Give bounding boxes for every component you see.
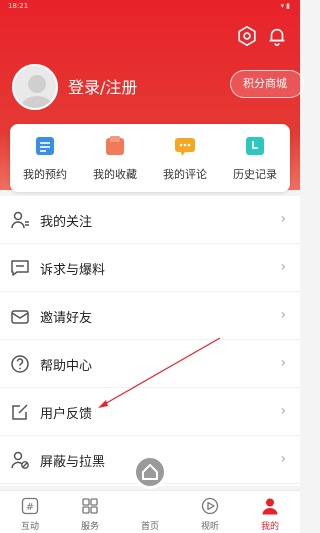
tab-label: 首页 <box>140 522 159 532</box>
tab-label: 我的 <box>260 522 279 532</box>
login-register-link[interactable]: 登录/注册 <box>68 74 137 98</box>
quick-action-label: 我的收藏 <box>93 168 137 181</box>
feedback-icon <box>12 404 28 420</box>
bottom-tab-bar: # 互动 服务 首页 视听 我的 <box>0 490 300 533</box>
menu-item-report[interactable]: 诉求与爆料 › <box>0 244 300 292</box>
menu-item-label: 邀请好友 <box>40 311 93 326</box>
quick-action-history[interactable]: 历史记录 <box>220 134 290 189</box>
calendar-icon <box>36 137 54 155</box>
block-icon <box>11 451 29 469</box>
tab-media[interactable]: 视听 <box>180 491 240 533</box>
tab-label: 视听 <box>200 522 219 532</box>
settings-menu: 我的关注 › 诉求与爆料 › 邀请好友 › 帮助中心 › 用户反馈 › 屏蔽与拉… <box>0 196 300 486</box>
menu-item-label: 我的关注 <box>40 215 93 230</box>
chevron-right-icon: › <box>280 403 286 419</box>
svg-text:#: # <box>26 502 34 513</box>
menu-item-label: 诉求与爆料 <box>40 263 106 278</box>
invite-icon <box>11 310 29 324</box>
chevron-right-icon: › <box>280 259 286 275</box>
home-icon <box>142 464 158 480</box>
comment-icon <box>175 138 195 156</box>
status-icons: ▾▮ <box>280 2 292 10</box>
avatar-placeholder-icon <box>21 75 53 108</box>
bell-icon[interactable] <box>266 25 288 47</box>
avatar[interactable] <box>12 64 58 110</box>
help-icon <box>11 355 29 373</box>
tab-mine[interactable]: 我的 <box>240 491 300 533</box>
chevron-right-icon: › <box>280 307 286 323</box>
report-icon <box>11 260 29 276</box>
home-tab-circle[interactable] <box>133 455 167 489</box>
tab-label: 服务 <box>80 522 99 532</box>
quick-action-label: 我的评论 <box>163 168 207 181</box>
menu-item-label: 屏蔽与拉黑 <box>40 455 106 470</box>
tab-interaction[interactable]: # 互动 <box>0 491 60 533</box>
menu-item-label: 用户反馈 <box>40 407 93 422</box>
quick-actions-card: 我的预约 我的收藏 我的评论 历史记录 <box>10 124 290 192</box>
folder-icon <box>106 136 124 155</box>
menu-item-invite[interactable]: 邀请好友 › <box>0 292 300 340</box>
quick-action-comments[interactable]: 我的评论 <box>150 134 220 189</box>
tab-home[interactable]: 首页 <box>120 491 180 533</box>
menu-item-feedback[interactable]: 用户反馈 › <box>0 388 300 436</box>
settings-icon[interactable] <box>236 25 258 47</box>
menu-item-following[interactable]: 我的关注 › <box>0 196 300 244</box>
status-time: 18:21 <box>8 2 29 10</box>
chevron-right-icon: › <box>280 211 286 227</box>
history-icon <box>246 137 264 155</box>
tab-label: 互动 <box>20 522 39 532</box>
menu-item-help[interactable]: 帮助中心 › <box>0 340 300 388</box>
chevron-right-icon: › <box>280 451 286 467</box>
quick-action-favorites[interactable]: 我的收藏 <box>80 134 150 189</box>
chevron-right-icon: › <box>280 355 286 371</box>
tab-services[interactable]: 服务 <box>60 491 120 533</box>
quick-action-label: 历史记录 <box>233 168 277 181</box>
user-icon <box>262 498 278 515</box>
points-mall-button[interactable]: 积分商城 <box>230 70 304 98</box>
menu-item-label: 帮助中心 <box>40 359 93 374</box>
status-bar: 18:21 ▾▮ <box>8 2 292 12</box>
quick-action-label: 我的预约 <box>23 168 67 181</box>
hash-icon: # <box>21 497 39 515</box>
grid-icon <box>82 498 98 514</box>
quick-action-reservations[interactable]: 我的预约 <box>10 134 80 189</box>
play-icon <box>201 497 219 515</box>
follow-icon <box>11 211 29 229</box>
